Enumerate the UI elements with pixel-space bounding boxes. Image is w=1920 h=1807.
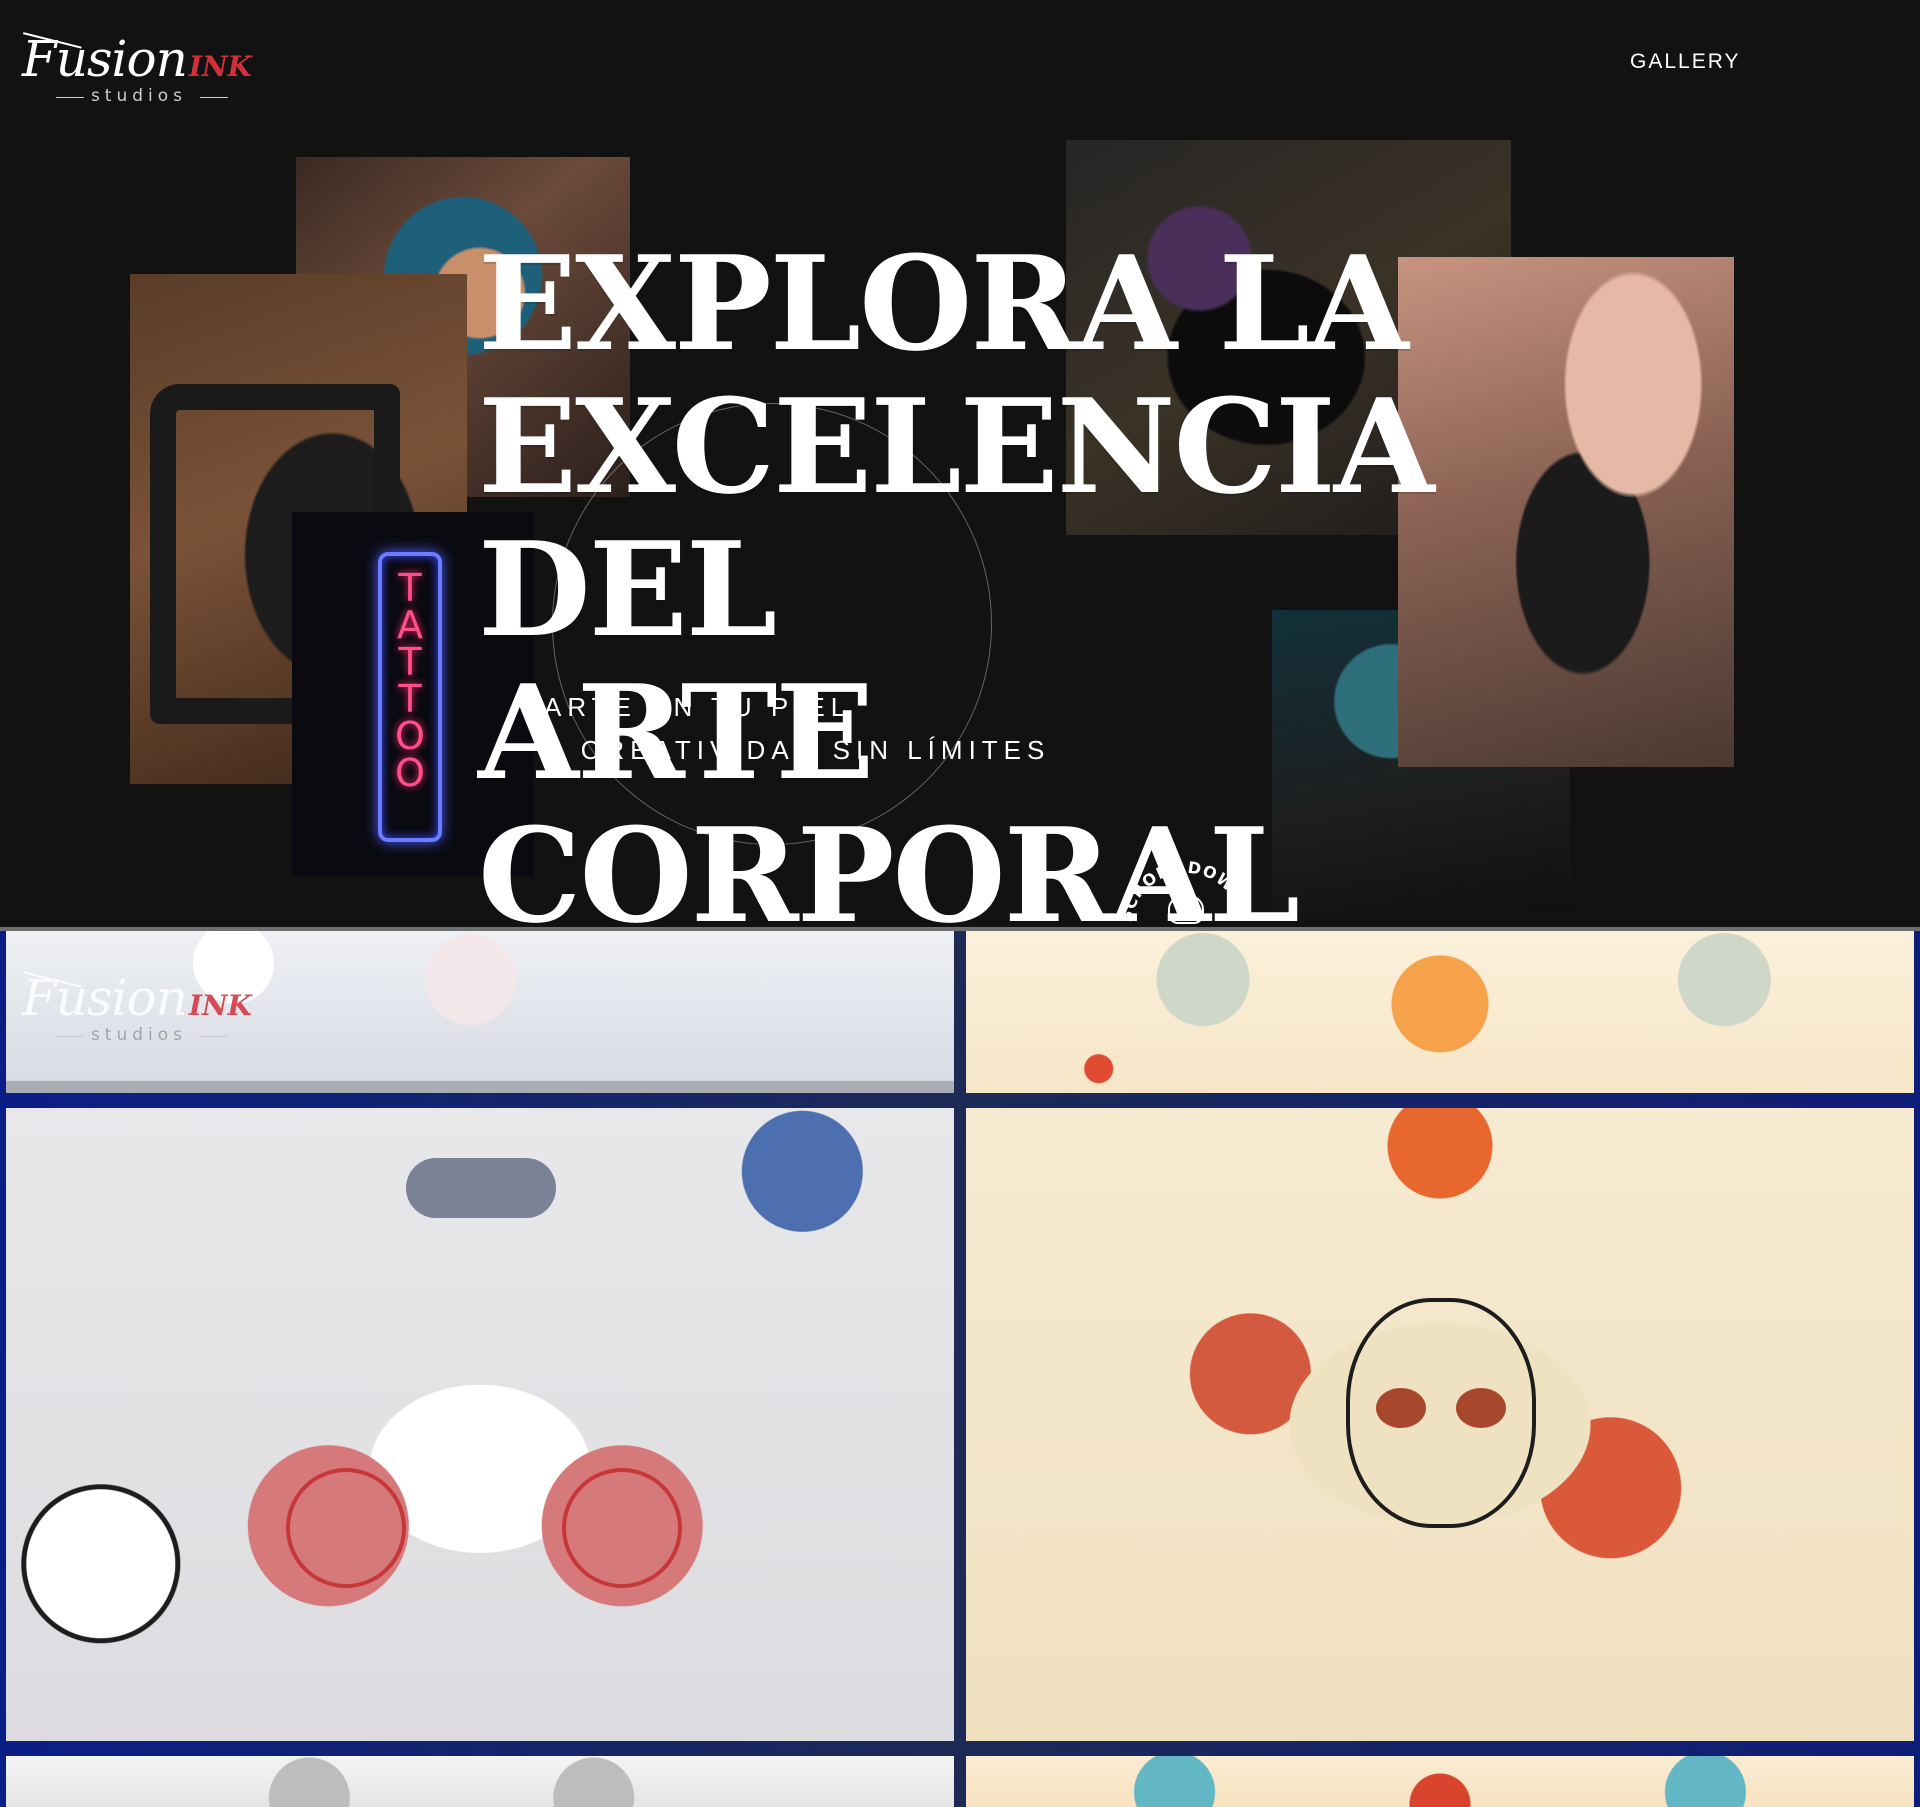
tile-skull-eye bbox=[1456, 1388, 1506, 1428]
gallery-section: FusionINK studios bbox=[0, 931, 1920, 1807]
hero-subtitle-line: ARTE EN TU PIEL bbox=[544, 692, 852, 722]
tile-lamp-shape bbox=[406, 1158, 556, 1218]
logo-wordmark: FusionINK bbox=[22, 969, 252, 1027]
logo-subtitle: studios bbox=[56, 1025, 228, 1045]
logo-accent: INK bbox=[188, 989, 252, 1022]
gallery-tile-bottom-left[interactable] bbox=[6, 1756, 954, 1807]
neon-sign: T A T T O O bbox=[378, 552, 442, 842]
hero-title-line: EXPLORA LA bbox=[478, 227, 1409, 380]
hero-subtitle: ARTE EN TU PIEL & CREATIVIDAD SIN LÍMITE… bbox=[544, 686, 1050, 772]
tile-shadow bbox=[6, 1081, 954, 1093]
gallery-tile-mask-roses[interactable] bbox=[6, 1108, 954, 1741]
neon-sign-text: T A T T O O bbox=[395, 566, 425, 795]
gallery-tile-bottom-right[interactable] bbox=[966, 1756, 1914, 1807]
nav-link-gallery[interactable]: GALLERY bbox=[1630, 50, 1741, 74]
gallery-tile-floral-cream[interactable] bbox=[966, 931, 1914, 1093]
gallery-tile-skull-flowers[interactable] bbox=[966, 1108, 1914, 1741]
gallery-logo[interactable]: FusionINK studios bbox=[20, 969, 252, 1049]
tile-skull-outline bbox=[1346, 1298, 1536, 1528]
site-logo[interactable]: FusionINK studios bbox=[20, 30, 252, 110]
hero-subtitle-line: & CREATIVIDAD SIN LÍMITES bbox=[544, 735, 1051, 765]
logo-word: Fusion bbox=[22, 969, 188, 1027]
hero-section: T A T T O O FusionINK studios GALLERY EX… bbox=[0, 0, 1920, 927]
logo-word: Fusion bbox=[22, 30, 188, 88]
logo-accent: INK bbox=[188, 50, 252, 83]
hero-title: EXPLORA LA EXCELENCIA DEL ARTE CORPORAL bbox=[478, 232, 1558, 927]
page: T A T T O O FusionINK studios GALLERY EX… bbox=[0, 0, 1920, 1807]
tile-rose-outline bbox=[562, 1468, 682, 1588]
skull-crown-icon bbox=[1168, 894, 1204, 924]
hero-title-line: EXCELENCIA DEL bbox=[478, 370, 1435, 666]
scroll-down-badge[interactable]: SCROLL DOWN FOR bbox=[1099, 833, 1266, 927]
logo-subtitle: studios bbox=[56, 86, 228, 106]
tile-rose-outline bbox=[286, 1468, 406, 1588]
logo-wordmark: FusionINK bbox=[22, 30, 252, 88]
tile-skull-eye bbox=[1376, 1388, 1426, 1428]
